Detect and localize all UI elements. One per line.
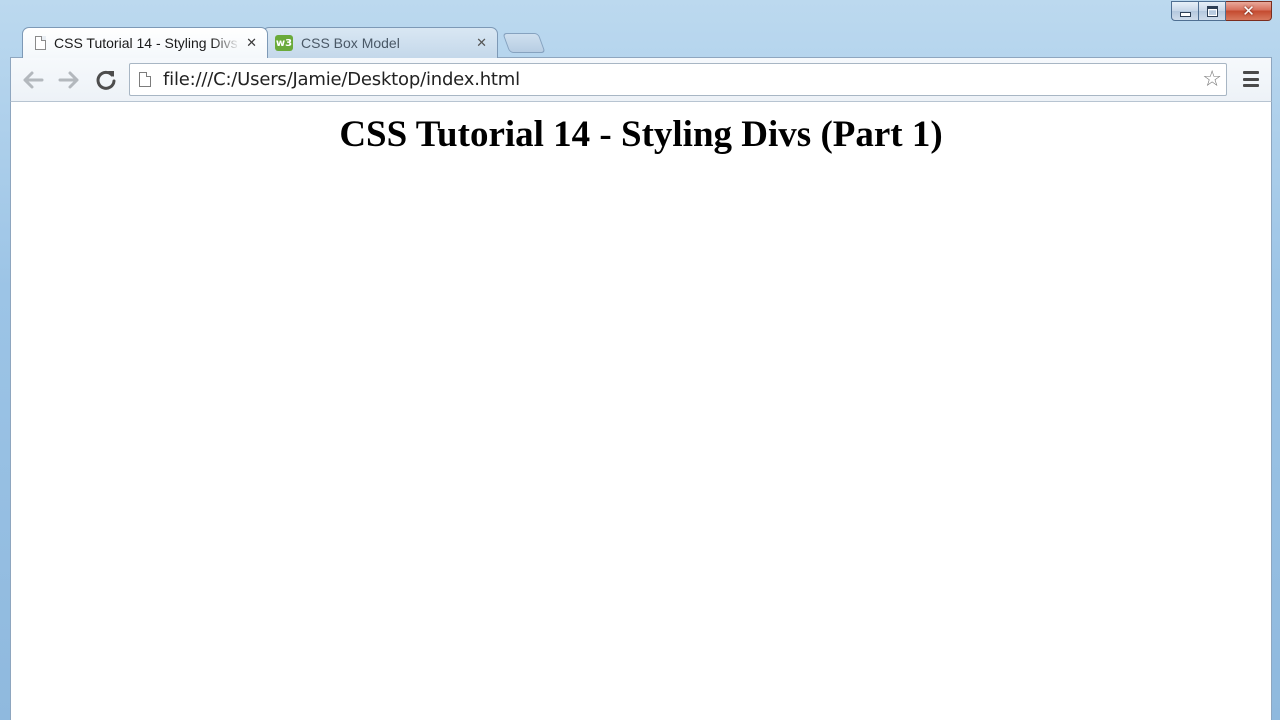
hamburger-line <box>1243 84 1259 87</box>
tab-strip: CSS Tutorial 14 - Styling Divs (Part 1) … <box>14 27 614 58</box>
w3schools-icon: w3 <box>275 35 293 51</box>
maximize-icon <box>1206 5 1218 17</box>
url-text[interactable]: file:///C:/Users/Jamie/Desktop/index.htm… <box>163 69 1202 90</box>
forward-button[interactable] <box>57 68 81 92</box>
maximize-button[interactable] <box>1199 1 1226 21</box>
bookmark-star-icon[interactable]: ☆ <box>1202 68 1222 91</box>
browser-window: ✕ CSS Tutorial 14 - Styling Divs (Part 1… <box>0 0 1280 720</box>
hamburger-line <box>1243 71 1259 74</box>
page-heading: CSS Tutorial 14 - Styling Divs (Part 1) <box>339 114 943 155</box>
tab-title: CSS Tutorial 14 - Styling Divs (Part 1) <box>54 35 240 51</box>
chrome-menu-button[interactable] <box>1243 71 1259 87</box>
tab-css-tutorial[interactable]: CSS Tutorial 14 - Styling Divs (Part 1) … <box>22 27 268 58</box>
page-content: CSS Tutorial 14 - Styling Divs (Part 1) <box>10 101 1272 720</box>
reload-button[interactable] <box>94 68 118 92</box>
close-icon: ✕ <box>1242 1 1255 20</box>
minimize-icon <box>1179 11 1191 17</box>
address-bar[interactable]: file:///C:/Users/Jamie/Desktop/index.htm… <box>129 63 1227 96</box>
window-caption-buttons: ✕ <box>1171 1 1272 22</box>
hamburger-line <box>1243 77 1259 81</box>
page-icon <box>35 36 46 50</box>
tab-title: CSS Box Model <box>301 35 400 51</box>
minimize-button[interactable] <box>1171 1 1199 21</box>
close-window-button[interactable]: ✕ <box>1226 1 1272 21</box>
tab-css-box-model[interactable]: w3 CSS Box Model ✕ <box>262 27 498 58</box>
reload-icon <box>96 70 116 90</box>
page-icon <box>139 72 151 87</box>
new-tab-button[interactable] <box>502 33 546 53</box>
tab-close-icon[interactable]: ✕ <box>246 36 257 51</box>
forward-arrow-icon <box>58 71 79 89</box>
back-arrow-icon <box>23 71 44 89</box>
browser-toolbar: file:///C:/Users/Jamie/Desktop/index.htm… <box>10 57 1272 102</box>
tab-close-icon[interactable]: ✕ <box>476 36 487 51</box>
back-button[interactable] <box>21 68 45 92</box>
